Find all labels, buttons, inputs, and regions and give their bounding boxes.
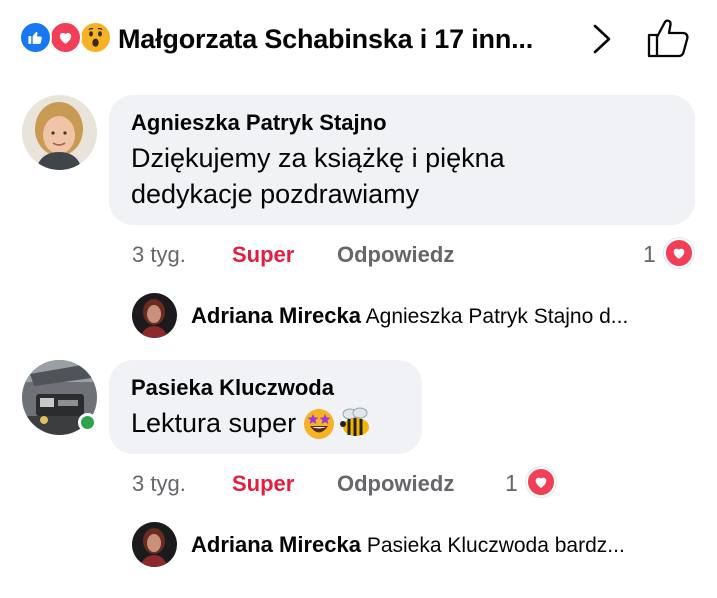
bee-emoji-icon [340, 407, 370, 436]
chevron-right-icon[interactable] [590, 22, 614, 56]
reaction-button[interactable]: Super [232, 471, 294, 497]
star-struck-emoji-icon [304, 409, 335, 439]
avatar-adriana[interactable] [132, 293, 177, 338]
like-button-icon[interactable] [646, 17, 690, 59]
reaction-count[interactable]: 1 [643, 241, 656, 268]
comment-author[interactable]: Pasieka Kluczwoda [131, 375, 400, 401]
reply-button[interactable]: Odpowiedz [337, 242, 454, 268]
avatar-adriana[interactable] [132, 522, 177, 567]
online-status-dot [78, 413, 97, 432]
reply-author[interactable]: Adriana Mirecka [191, 532, 361, 557]
comment-text-line: dedykacje pozdrawiamy [131, 179, 420, 209]
wow-reaction-icon [79, 21, 112, 54]
reaction-button[interactable]: Super [232, 242, 294, 268]
avatar-agnieszka[interactable] [22, 95, 97, 170]
comment-author[interactable]: Agnieszka Patryk Stajno [131, 110, 673, 136]
reply-preview: Pasieka Kluczwoda bardz... [366, 534, 625, 557]
reply-summary[interactable]: Adriana Mirecka Pasieka Kluczwoda bardz.… [191, 532, 696, 558]
comment-text-line: Lektura super [131, 408, 297, 438]
comment-bubble[interactable]: Agnieszka Patryk Stajno Dziękujemy za ks… [109, 95, 695, 225]
reaction-count[interactable]: 1 [505, 470, 518, 497]
reactors-summary[interactable]: Małgorzata Schabinska i 17 inn... [118, 24, 563, 55]
love-icon[interactable] [526, 467, 556, 497]
love-icon[interactable] [664, 238, 694, 268]
reply-button[interactable]: Odpowiedz [337, 471, 454, 497]
comment-timestamp[interactable]: 3 tyg. [132, 242, 186, 268]
comment-text: Dziękujemy za książkę i piękna dedykacje… [131, 140, 673, 212]
reply-author[interactable]: Adriana Mirecka [191, 303, 361, 328]
reply-summary[interactable]: Adriana Mirecka Agnieszka Patryk Stajno … [191, 303, 696, 329]
reply-preview: Agnieszka Patryk Stajno d... [365, 305, 629, 328]
reactions-header[interactable]: Małgorzata Schabinska i 17 inn... [0, 0, 717, 80]
love-reaction-icon [49, 21, 82, 54]
like-reaction-icon [19, 21, 52, 54]
comment-text: Lektura super [131, 405, 400, 441]
comment-bubble[interactable]: Pasieka Kluczwoda Lektura super [109, 360, 422, 454]
comment-text-line: Dziękujemy za książkę i piękna [131, 143, 505, 173]
comment-timestamp[interactable]: 3 tyg. [132, 471, 186, 497]
